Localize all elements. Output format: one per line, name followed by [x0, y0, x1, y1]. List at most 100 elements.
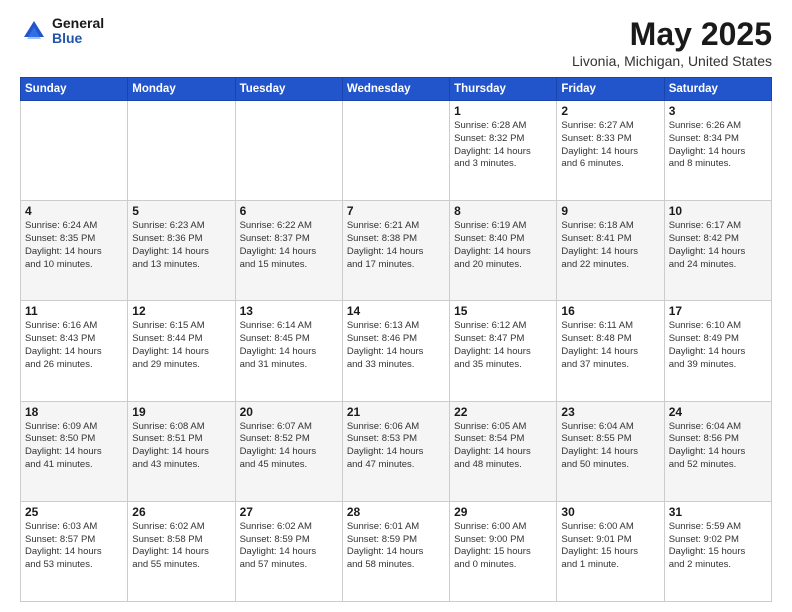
title-block: May 2025 Livonia, Michigan, United State…: [572, 16, 772, 69]
day-number: 28: [347, 505, 445, 519]
logo-general-text: General: [52, 16, 104, 31]
day-number: 29: [454, 505, 552, 519]
day-info: Sunrise: 5:59 AM Sunset: 9:02 PM Dayligh…: [669, 521, 767, 572]
day-info: Sunrise: 6:02 AM Sunset: 8:59 PM Dayligh…: [240, 521, 338, 572]
logo-blue-text: Blue: [52, 31, 104, 46]
day-header-friday: Friday: [557, 78, 664, 101]
calendar-cell: 5 Sunrise: 6:23 AM Sunset: 8:36 PM Daylig…: [128, 201, 235, 301]
calendar-cell: 7 Sunrise: 6:21 AM Sunset: 8:38 PM Daylig…: [342, 201, 449, 301]
day-number: 18: [25, 405, 123, 419]
calendar-cell: 26 Sunrise: 6:02 AM Sunset: 8:58 PM Dayli…: [128, 501, 235, 601]
day-info: Sunrise: 6:00 AM Sunset: 9:00 PM Dayligh…: [454, 521, 552, 572]
day-number: 3: [669, 104, 767, 118]
day-number: 6: [240, 204, 338, 218]
logo: General Blue: [20, 16, 104, 47]
day-header-monday: Monday: [128, 78, 235, 101]
day-number: 20: [240, 405, 338, 419]
calendar-cell: 20 Sunrise: 6:07 AM Sunset: 8:52 PM Dayli…: [235, 401, 342, 501]
calendar-cell: 30Sunrise: 6:00 AM Sunset: 9:01 PM Dayli…: [557, 501, 664, 601]
calendar-table: SundayMondayTuesdayWednesdayThursdayFrid…: [20, 77, 772, 602]
day-info: Sunrise: 6:17 AM Sunset: 8:42 PM Dayligh…: [669, 220, 767, 271]
calendar-cell: [342, 101, 449, 201]
calendar-cell: 12 Sunrise: 6:15 AM Sunset: 8:44 PM Dayli…: [128, 301, 235, 401]
day-header-wednesday: Wednesday: [342, 78, 449, 101]
day-info: Sunrise: 6:16 AM Sunset: 8:43 PM Dayligh…: [25, 320, 123, 371]
day-number: 24: [669, 405, 767, 419]
day-number: 16: [561, 304, 659, 318]
day-info: Sunrise: 6:15 AM Sunset: 8:44 PM Dayligh…: [132, 320, 230, 371]
calendar-cell: 11 Sunrise: 6:16 AM Sunset: 8:43 PM Dayli…: [21, 301, 128, 401]
day-info: Sunrise: 6:13 AM Sunset: 8:46 PM Dayligh…: [347, 320, 445, 371]
day-info: Sunrise: 6:14 AM Sunset: 8:45 PM Dayligh…: [240, 320, 338, 371]
day-number: 5: [132, 204, 230, 218]
day-header-saturday: Saturday: [664, 78, 771, 101]
calendar-cell: 29 Sunrise: 6:00 AM Sunset: 9:00 PM Dayli…: [450, 501, 557, 601]
calendar-cell: 28Sunrise: 6:01 AM Sunset: 8:59 PM Dayli…: [342, 501, 449, 601]
calendar-cell: 24 Sunrise: 6:04 AM Sunset: 8:56 PM Dayli…: [664, 401, 771, 501]
day-number: 7: [347, 204, 445, 218]
calendar-cell: 2Sunrise: 6:27 AM Sunset: 8:33 PM Daylig…: [557, 101, 664, 201]
day-info: Sunrise: 6:26 AM Sunset: 8:34 PM Dayligh…: [669, 120, 767, 171]
day-info: Sunrise: 6:11 AM Sunset: 8:48 PM Dayligh…: [561, 320, 659, 371]
day-number: 26: [132, 505, 230, 519]
day-header-sunday: Sunday: [21, 78, 128, 101]
day-number: 13: [240, 304, 338, 318]
day-number: 4: [25, 204, 123, 218]
calendar-cell: [128, 101, 235, 201]
calendar-cell: 4 Sunrise: 6:24 AM Sunset: 8:35 PM Daylig…: [21, 201, 128, 301]
calendar-cell: 25Sunrise: 6:03 AM Sunset: 8:57 PM Dayli…: [21, 501, 128, 601]
day-info: Sunrise: 6:06 AM Sunset: 8:53 PM Dayligh…: [347, 421, 445, 472]
calendar-cell: 10 Sunrise: 6:17 AM Sunset: 8:42 PM Dayli…: [664, 201, 771, 301]
day-number: 11: [25, 304, 123, 318]
day-info: Sunrise: 6:10 AM Sunset: 8:49 PM Dayligh…: [669, 320, 767, 371]
day-number: 21: [347, 405, 445, 419]
day-info: Sunrise: 6:27 AM Sunset: 8:33 PM Dayligh…: [561, 120, 659, 171]
day-info: Sunrise: 6:12 AM Sunset: 8:47 PM Dayligh…: [454, 320, 552, 371]
day-info: Sunrise: 6:19 AM Sunset: 8:40 PM Dayligh…: [454, 220, 552, 271]
day-number: 10: [669, 204, 767, 218]
calendar-cell: 1Sunrise: 6:28 AM Sunset: 8:32 PM Daylig…: [450, 101, 557, 201]
calendar-cell: 22 Sunrise: 6:05 AM Sunset: 8:54 PM Dayli…: [450, 401, 557, 501]
day-number: 14: [347, 304, 445, 318]
calendar-cell: 31 Sunrise: 5:59 AM Sunset: 9:02 PM Dayli…: [664, 501, 771, 601]
day-number: 15: [454, 304, 552, 318]
day-info: Sunrise: 6:24 AM Sunset: 8:35 PM Dayligh…: [25, 220, 123, 271]
day-number: 25: [25, 505, 123, 519]
calendar-cell: 9 Sunrise: 6:18 AM Sunset: 8:41 PM Daylig…: [557, 201, 664, 301]
logo-icon: [20, 17, 48, 45]
day-number: 19: [132, 405, 230, 419]
calendar-location: Livonia, Michigan, United States: [572, 53, 772, 69]
calendar-cell: 8 Sunrise: 6:19 AM Sunset: 8:40 PM Daylig…: [450, 201, 557, 301]
day-number: 8: [454, 204, 552, 218]
day-info: Sunrise: 6:05 AM Sunset: 8:54 PM Dayligh…: [454, 421, 552, 472]
calendar-cell: 21 Sunrise: 6:06 AM Sunset: 8:53 PM Dayli…: [342, 401, 449, 501]
day-info: Sunrise: 6:21 AM Sunset: 8:38 PM Dayligh…: [347, 220, 445, 271]
day-info: Sunrise: 6:28 AM Sunset: 8:32 PM Dayligh…: [454, 120, 552, 171]
calendar-cell: 19 Sunrise: 6:08 AM Sunset: 8:51 PM Dayli…: [128, 401, 235, 501]
day-number: 30: [561, 505, 659, 519]
day-number: 9: [561, 204, 659, 218]
day-number: 27: [240, 505, 338, 519]
calendar-cell: 23 Sunrise: 6:04 AM Sunset: 8:55 PM Dayli…: [557, 401, 664, 501]
day-number: 31: [669, 505, 767, 519]
day-info: Sunrise: 6:23 AM Sunset: 8:36 PM Dayligh…: [132, 220, 230, 271]
day-number: 22: [454, 405, 552, 419]
day-number: 23: [561, 405, 659, 419]
calendar-cell: 13 Sunrise: 6:14 AM Sunset: 8:45 PM Dayli…: [235, 301, 342, 401]
calendar-cell: 6 Sunrise: 6:22 AM Sunset: 8:37 PM Daylig…: [235, 201, 342, 301]
day-info: Sunrise: 6:02 AM Sunset: 8:58 PM Dayligh…: [132, 521, 230, 572]
calendar-cell: 3 Sunrise: 6:26 AM Sunset: 8:34 PM Daylig…: [664, 101, 771, 201]
page-header: General Blue May 2025 Livonia, Michigan,…: [20, 16, 772, 69]
day-info: Sunrise: 6:04 AM Sunset: 8:55 PM Dayligh…: [561, 421, 659, 472]
calendar-cell: 15 Sunrise: 6:12 AM Sunset: 8:47 PM Dayli…: [450, 301, 557, 401]
day-info: Sunrise: 6:18 AM Sunset: 8:41 PM Dayligh…: [561, 220, 659, 271]
day-info: Sunrise: 6:07 AM Sunset: 8:52 PM Dayligh…: [240, 421, 338, 472]
day-header-thursday: Thursday: [450, 78, 557, 101]
day-info: Sunrise: 6:08 AM Sunset: 8:51 PM Dayligh…: [132, 421, 230, 472]
calendar-title: May 2025: [572, 16, 772, 53]
day-number: 12: [132, 304, 230, 318]
calendar-cell: 14 Sunrise: 6:13 AM Sunset: 8:46 PM Dayli…: [342, 301, 449, 401]
day-info: Sunrise: 6:22 AM Sunset: 8:37 PM Dayligh…: [240, 220, 338, 271]
day-info: Sunrise: 6:09 AM Sunset: 8:50 PM Dayligh…: [25, 421, 123, 472]
day-info: Sunrise: 6:04 AM Sunset: 8:56 PM Dayligh…: [669, 421, 767, 472]
